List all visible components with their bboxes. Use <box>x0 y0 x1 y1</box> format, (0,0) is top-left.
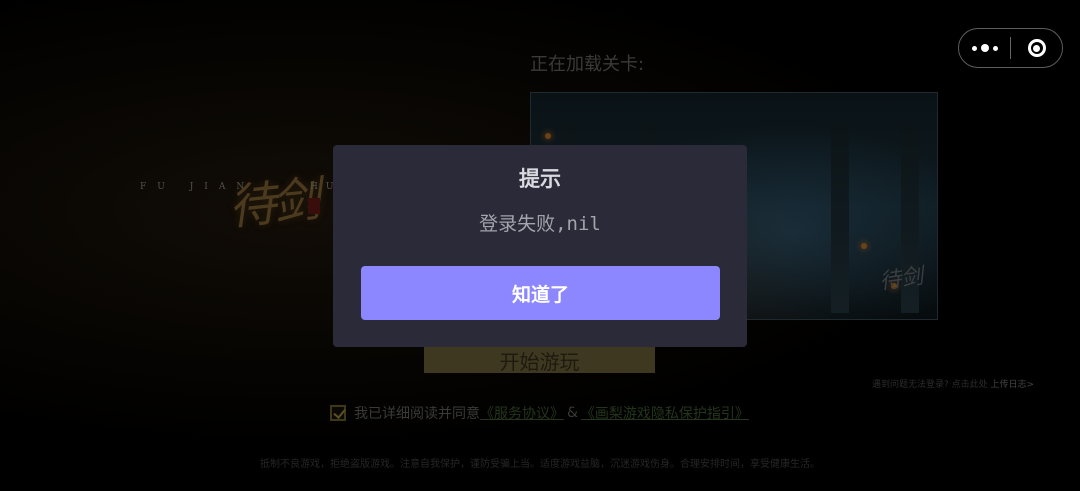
privacy-policy-link[interactable]: 《画梨游戏隐私保护指引》 <box>581 403 749 423</box>
agreement-ampersand: & <box>567 405 578 421</box>
target-close-icon[interactable] <box>1011 29 1062 67</box>
logo-title: 待剑 <box>225 171 320 237</box>
dialog-confirm-button[interactable]: 知道了 <box>361 266 720 320</box>
loading-level-label: 正在加载关卡: <box>530 54 645 75</box>
image-pillar <box>831 123 849 313</box>
close-core <box>1033 44 1040 52</box>
dot <box>992 45 998 51</box>
upload-log-link[interactable]: 上传日志> <box>991 380 1035 390</box>
agreement-text: 我已详细阅读并同意 <box>354 406 480 422</box>
image-lantern <box>545 133 551 139</box>
upload-log-hint-text: 遇到问题无法登录? 点击此处 <box>872 380 988 390</box>
health-gaming-notice: 抵制不良游戏，拒绝盗版游戏。注意自我保护，谨防受骗上当。适度游戏益脑，沉迷游戏伤… <box>260 459 820 470</box>
service-agreement-link[interactable]: 《服务协议》 <box>480 403 564 423</box>
mini-program-capsule <box>958 28 1063 68</box>
upload-log-hint: 遇到问题无法登录? 点击此处 上传日志> <box>872 377 1034 390</box>
dot <box>971 45 977 51</box>
logo-seal <box>308 198 320 214</box>
agreement-row: 我已详细阅读并同意 《服务协议》 & 《画梨游戏隐私保护指引》 <box>330 403 749 423</box>
game-logo: FU JIAN 待剑 HU <box>140 160 360 240</box>
image-lantern <box>861 243 867 249</box>
image-watermark: 待剑 <box>877 264 925 295</box>
dialog-title: 提示 <box>519 167 561 191</box>
alert-dialog: 提示 登录失败,nil 知道了 <box>333 145 747 347</box>
agreement-checkbox[interactable] <box>330 405 346 421</box>
more-dots-icon[interactable] <box>959 29 1010 67</box>
dialog-message: 登录失败,nil <box>479 213 601 235</box>
dot <box>980 44 989 52</box>
close-ring <box>1027 39 1046 57</box>
